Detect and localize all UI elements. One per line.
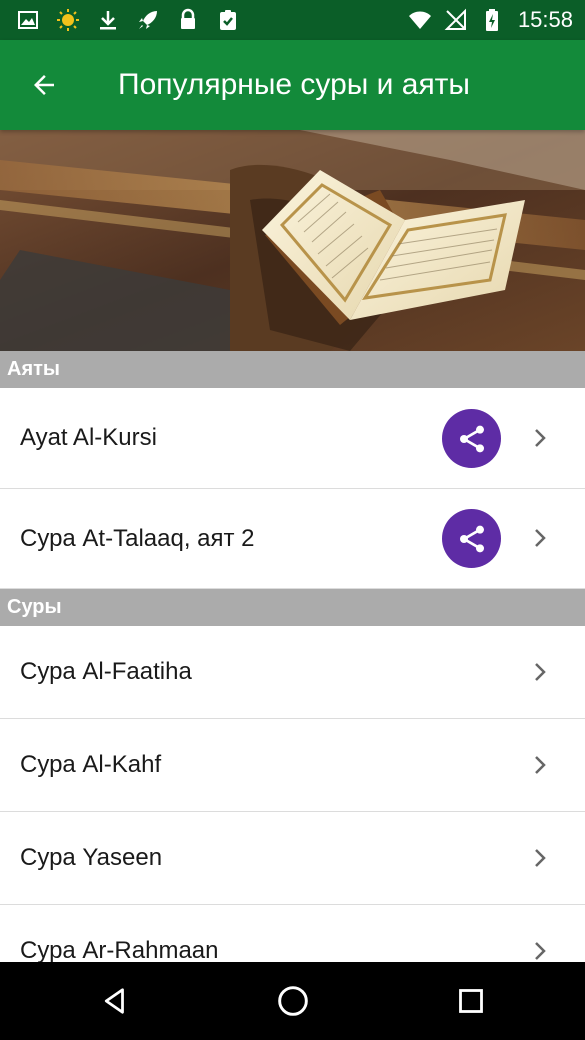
- nav-back-button[interactable]: [90, 976, 140, 1026]
- rocket-icon: [139, 11, 157, 29]
- image-icon: [18, 11, 38, 29]
- share-button[interactable]: [442, 409, 501, 468]
- list-item-label: Сура Yaseen: [20, 844, 163, 871]
- list-item-surah-at-talaaq[interactable]: Сура At-Talaaq, аят 2: [0, 489, 585, 589]
- notification-icons: [16, 0, 240, 40]
- back-button[interactable]: [20, 61, 68, 109]
- share-icon: [459, 525, 484, 552]
- sun-icon: [57, 9, 79, 31]
- battery-charging-icon: [485, 9, 498, 31]
- chevron-right-icon: [535, 756, 546, 774]
- back-triangle-icon: [104, 988, 124, 1014]
- section-header-ayats: Аяты: [0, 351, 585, 388]
- list-item-surah-al-kahf[interactable]: Сура Al-Kahf: [0, 719, 585, 812]
- download-icon: [100, 11, 116, 30]
- list-item-label: Сура Al-Faatiha: [20, 658, 192, 685]
- list-item-ayat-al-kursi[interactable]: Ayat Al-Kursi: [0, 388, 585, 489]
- list-item-surah-al-faatiha[interactable]: Сура Al-Faatiha: [0, 626, 585, 719]
- recents-square-icon: [459, 989, 483, 1013]
- chevron-right-icon: [535, 849, 546, 867]
- chevron-right-icon: [535, 529, 546, 547]
- list-item-label: Сура Al-Kahf: [20, 751, 162, 778]
- clock: 15:58: [517, 7, 573, 32]
- no-signal-icon: [444, 8, 466, 30]
- chevron-right-icon: [535, 663, 546, 681]
- clipboard-check-icon: [220, 10, 236, 30]
- share-button[interactable]: [442, 509, 501, 568]
- list-item-label: Сура At-Talaaq, аят 2: [20, 524, 255, 552]
- status-bar: 15:58: [0, 0, 585, 40]
- list-item-surah-yaseen[interactable]: Сура Yaseen: [0, 812, 585, 905]
- wifi-icon: [408, 11, 431, 29]
- home-circle-icon: [278, 986, 308, 1016]
- lock-icon: [181, 8, 195, 29]
- section-header-surahs: Суры: [0, 589, 585, 626]
- arrow-left-icon: [34, 75, 54, 95]
- chevron-right-icon: [535, 429, 546, 447]
- nav-recents-button[interactable]: [446, 976, 496, 1026]
- share-icon: [459, 425, 484, 452]
- list-item-label: Ayat Al-Kursi: [20, 424, 157, 451]
- app-bar: Популярные суры и аяты: [0, 40, 585, 130]
- chevron-right-icon: [535, 942, 546, 960]
- page-title: Популярные суры и аяты: [118, 68, 470, 101]
- quran-illustration: [0, 130, 585, 351]
- hero-image: [0, 130, 585, 351]
- system-icons: 15:58: [408, 0, 573, 40]
- nav-home-button[interactable]: [268, 976, 318, 1026]
- navigation-bar: [0, 962, 585, 1040]
